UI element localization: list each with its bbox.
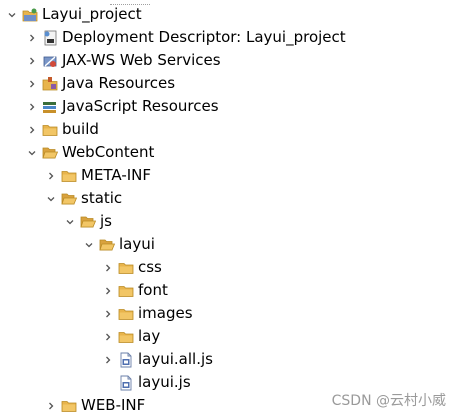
chevron-right-icon[interactable]: [24, 122, 40, 138]
tree-item-layui-js[interactable]: layui.js: [100, 371, 191, 394]
chevron-right-icon[interactable]: [24, 53, 40, 69]
tree-item-label: layui: [119, 235, 155, 253]
chevron-right-icon[interactable]: [100, 306, 116, 322]
folder-icon: [118, 331, 134, 343]
tree-item-label: images: [138, 304, 193, 322]
chevron-right-icon[interactable]: [100, 260, 116, 276]
chevron-down-icon[interactable]: [4, 7, 20, 23]
folder-icon: [118, 262, 134, 274]
folder-icon: [61, 170, 77, 182]
tree-item-web-inf[interactable]: WEB-INF: [43, 394, 145, 417]
tree-item-static[interactable]: static: [43, 187, 122, 210]
chevron-right-icon[interactable]: [100, 329, 116, 345]
tree-item-label: META-INF: [81, 166, 152, 184]
tree-item-label: Java Resources: [62, 74, 176, 92]
java-resources-icon: [42, 76, 58, 90]
tree-item-label: css: [138, 258, 162, 276]
chevron-right-icon[interactable]: [24, 30, 40, 46]
folder-open-icon: [80, 216, 96, 227]
tree-item-lay[interactable]: lay: [100, 325, 160, 348]
chevron-right-icon[interactable]: [43, 168, 59, 184]
tree-item-java-resources[interactable]: Java Resources: [24, 72, 175, 95]
tree-item-jax-ws[interactable]: JAX-WS Web Services: [24, 49, 221, 72]
tree-item-label: JAX-WS Web Services: [62, 51, 221, 69]
tree-item-label: font: [138, 281, 168, 299]
js-file-icon: [120, 375, 132, 390]
folder-open-icon: [61, 193, 77, 204]
tree-item-javascript-resources[interactable]: JavaScript Resources: [24, 95, 219, 118]
chevron-down-icon[interactable]: [62, 214, 78, 230]
tree-item-label: JavaScript Resources: [62, 97, 219, 115]
tree-item-label: Layui_project: [42, 5, 142, 23]
project-icon: [22, 8, 38, 21]
tree-item-js[interactable]: js: [62, 210, 112, 233]
folder-icon: [118, 308, 134, 320]
tree-item-project[interactable]: Layui_project: [4, 3, 142, 26]
tree-item-label: layui.all.js: [138, 350, 213, 368]
tree-item-layui[interactable]: layui: [81, 233, 155, 256]
folder-icon: [42, 124, 58, 136]
tree-item-label: lay: [138, 327, 161, 345]
tree-item-font[interactable]: font: [100, 279, 168, 302]
folder-open-icon: [99, 239, 115, 250]
tree-item-deployment-descriptor[interactable]: Deployment Descriptor: Layui_project: [24, 26, 346, 49]
folder-open-icon: [42, 147, 58, 158]
tree-item-label: static: [81, 189, 123, 207]
javascript-resources-icon: [43, 101, 56, 113]
tree-item-label: WebContent: [62, 143, 155, 161]
chevron-down-icon[interactable]: [81, 237, 97, 253]
chevron-right-icon[interactable]: [24, 76, 40, 92]
tree-item-label: Deployment Descriptor: Layui_project: [62, 28, 346, 46]
web-services-icon: [43, 55, 57, 67]
folder-icon: [118, 285, 134, 297]
tree-item-label: layui.js: [138, 373, 191, 391]
tree-item-css[interactable]: css: [100, 256, 162, 279]
tree-item-label: build: [62, 120, 99, 138]
tree-item-label: js: [100, 212, 112, 230]
folder-icon: [61, 400, 77, 412]
tree-item-webcontent[interactable]: WebContent: [24, 141, 154, 164]
chevron-down-icon[interactable]: [43, 191, 59, 207]
tree-item-label: WEB-INF: [81, 396, 146, 414]
chevron-right-icon[interactable]: [43, 398, 59, 414]
tree-item-images[interactable]: images: [100, 302, 193, 325]
chevron-right-icon[interactable]: [24, 99, 40, 115]
chevron-right-icon[interactable]: [100, 352, 116, 368]
chevron-right-icon[interactable]: [100, 283, 116, 299]
watermark: CSDN @云村小威: [331, 393, 446, 409]
js-file-icon: [120, 352, 132, 367]
tree-item-meta-inf[interactable]: META-INF: [43, 164, 151, 187]
deployment-descriptor-icon: [44, 30, 57, 45]
tree-item-layui-all-js[interactable]: layui.all.js: [100, 348, 213, 371]
tree-item-build[interactable]: build: [24, 118, 99, 141]
chevron-down-icon[interactable]: [24, 145, 40, 161]
